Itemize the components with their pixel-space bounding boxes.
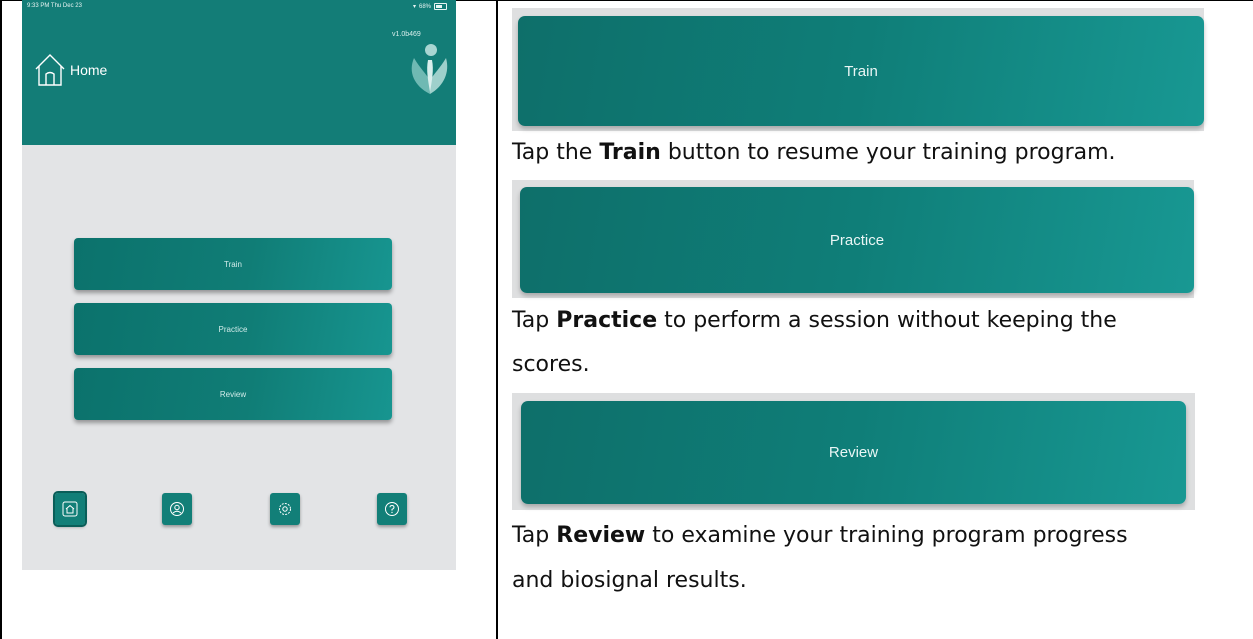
help-icon [385, 502, 399, 516]
wifi-icon: ▾ [412, 4, 416, 10]
status-time: 9:33 PM Thu Dec 23 [27, 3, 82, 9]
review-button-image: Review [521, 401, 1186, 504]
home-icon [62, 501, 78, 517]
app-header: 9:33 PM Thu Dec 23 ▾ 68% v1.0b469 Home [22, 0, 456, 145]
review-description: Tap Review to examine your training prog… [512, 518, 1128, 554]
practice-button-label: Practice [218, 324, 248, 334]
app-screenshot: 9:33 PM Thu Dec 23 ▾ 68% v1.0b469 Home T… [22, 0, 456, 570]
battery-percent: 68% [418, 3, 431, 10]
train-desc-post: button to resume your training program. [660, 140, 1116, 165]
review-description-line2: and biosignal results. [512, 568, 747, 593]
train-image-label: Train [844, 62, 878, 80]
table-border-left [0, 0, 2, 639]
page-title: Home [70, 62, 108, 78]
practice-desc-bold: Practice [556, 308, 658, 333]
version-label: v1.0b469 [392, 31, 421, 38]
tab-home[interactable] [53, 491, 87, 527]
practice-button[interactable]: Practice [74, 303, 392, 355]
practice-button-image: Practice [520, 187, 1194, 293]
status-indicators: ▾ 68% [413, 3, 447, 10]
settings-icon [279, 503, 291, 515]
train-desc-bold: Train [599, 140, 661, 165]
review-desc-pre: Tap [512, 523, 557, 548]
home-icon[interactable] [33, 52, 67, 88]
review-button-label: Review [219, 389, 247, 399]
train-description: Tap the Train button to resume your trai… [512, 135, 1116, 171]
train-button-image: Train [518, 16, 1204, 126]
review-desc-bold: Review [556, 523, 646, 548]
profile-icon [170, 502, 184, 516]
table-border-divider [496, 0, 498, 639]
logo-icon [411, 44, 448, 94]
practice-description-line2: scores. [512, 352, 590, 377]
battery-icon [434, 3, 447, 10]
tab-profile[interactable] [162, 493, 192, 525]
practice-image-label: Practice [829, 231, 885, 249]
train-desc-pre: Tap the [512, 140, 600, 165]
practice-desc-post: to perform a session without keeping the [657, 308, 1117, 333]
review-image-label: Review [828, 444, 879, 461]
train-button-label: Train [224, 259, 242, 269]
tab-settings[interactable] [270, 493, 300, 525]
practice-desc-pre: Tap [512, 308, 557, 333]
train-button[interactable]: Train [74, 238, 392, 290]
review-desc-post: to examine your training program progres… [645, 523, 1128, 548]
practice-description: Tap Practice to perform a session withou… [512, 303, 1117, 339]
tab-help[interactable] [377, 493, 407, 525]
review-button[interactable]: Review [74, 368, 392, 420]
